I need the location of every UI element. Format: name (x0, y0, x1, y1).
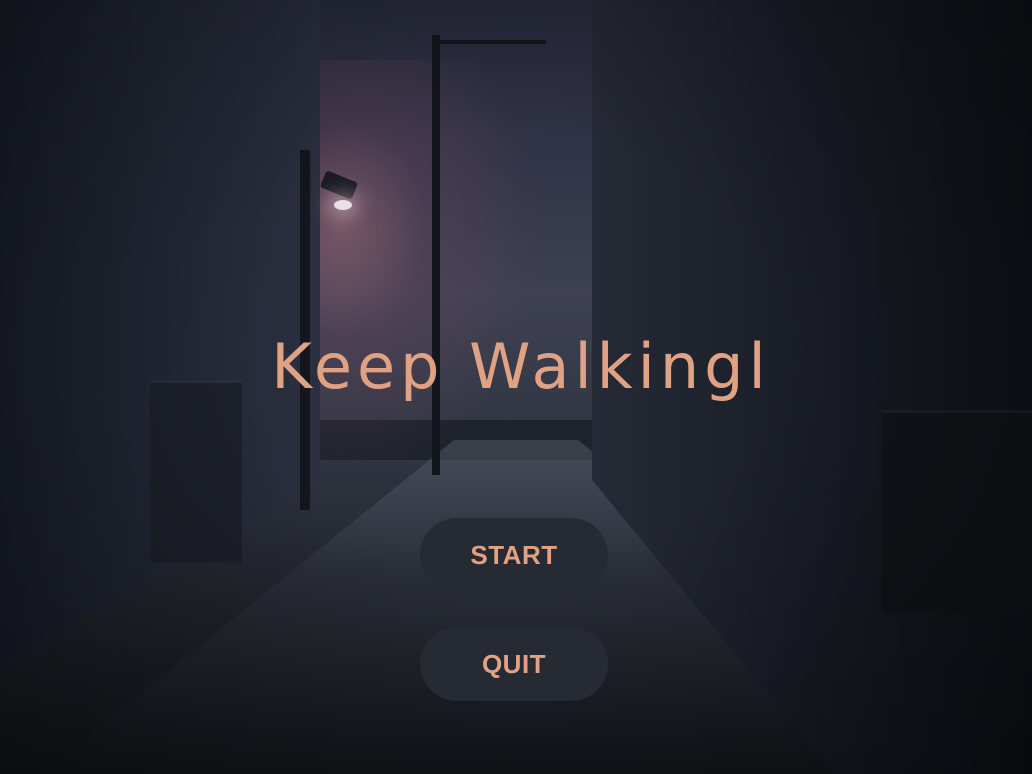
left-dumpster (150, 380, 242, 563)
quit-button[interactable]: QUIT (420, 627, 608, 701)
main-menu-screen: Keep Walkingl START QUIT (0, 0, 1032, 774)
start-button[interactable]: START (420, 518, 608, 592)
utility-pole (432, 35, 440, 475)
street-lamp-light (334, 200, 352, 210)
utility-pole-crossbar (436, 40, 546, 44)
game-title: Keep Walkingl (271, 330, 771, 403)
right-dumpster (882, 410, 1032, 613)
